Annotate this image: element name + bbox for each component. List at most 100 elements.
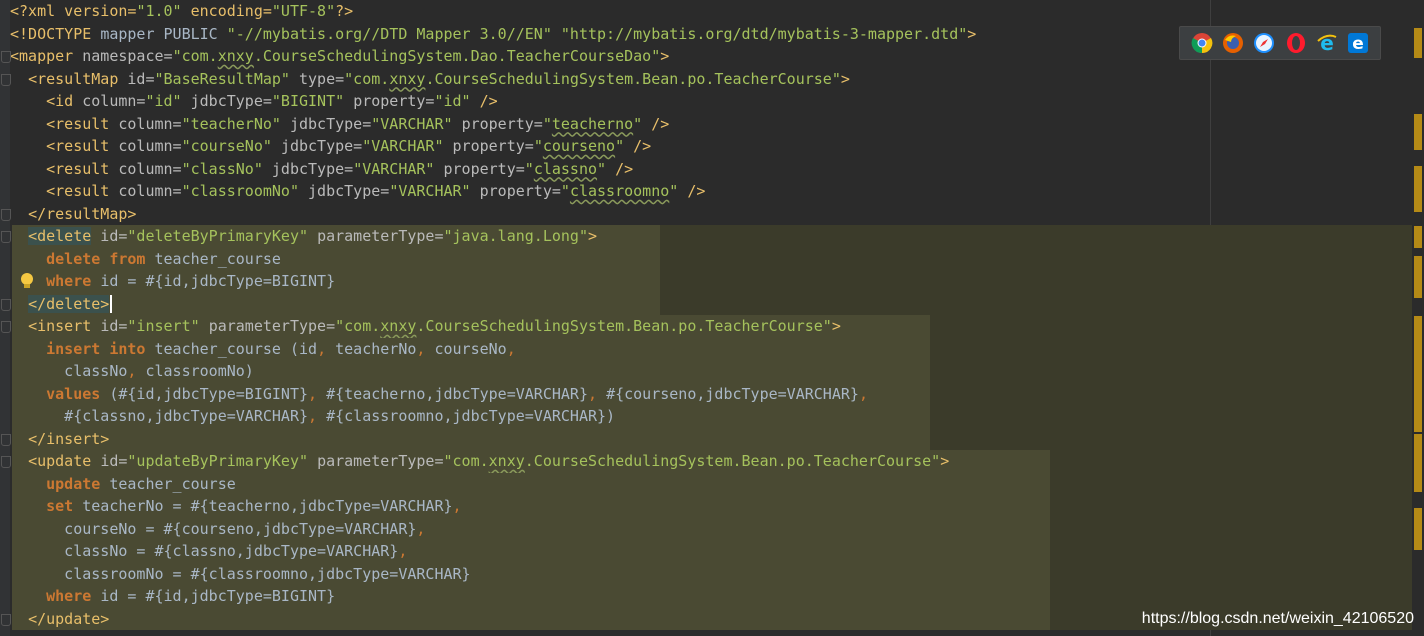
firefox-icon[interactable]: [1222, 32, 1244, 54]
edge-icon[interactable]: e: [1347, 32, 1369, 54]
code-line[interactable]: insert into teacher_course (id, teacherN…: [0, 337, 1412, 360]
code-token: "BIGINT": [271, 92, 354, 110]
code-token: ,: [506, 339, 516, 358]
scroll-marker[interactable]: [1414, 434, 1422, 492]
fold-marker-icon[interactable]: [1, 321, 11, 333]
code-text: delete from teacher_course: [10, 248, 281, 271]
code-token: teacher_course (id: [154, 339, 318, 358]
code-token: "insert": [127, 317, 209, 335]
code-token: ": [533, 137, 543, 155]
scroll-marker[interactable]: [1414, 114, 1422, 150]
scroll-marker[interactable]: [1414, 28, 1422, 58]
code-line[interactable]: <insert id="insert" parameterType="com.x…: [0, 315, 1412, 338]
code-token: namespace=: [82, 47, 173, 65]
fold-marker-icon[interactable]: [1, 298, 11, 311]
code-text: <result column="classNo" jdbcType="VARCH…: [10, 158, 633, 181]
code-token: "classNo": [181, 159, 272, 178]
code-token: ,: [858, 384, 868, 403]
code-token: "updateByPrimaryKey": [127, 452, 318, 470]
safari-icon[interactable]: [1253, 32, 1275, 54]
code-editor[interactable]: <?xml version="1.0" encoding="UTF-8"?> <!…: [0, 0, 1424, 636]
code-line[interactable]: values (#{id,jdbcType=BIGINT}, #{teacher…: [0, 382, 1412, 405]
code-token: ": [524, 159, 534, 178]
code-token: ,: [416, 339, 435, 358]
code-token: xnxy: [380, 317, 417, 335]
code-line[interactable]: set teacherNo = #{teacherno,jdbcType=VAR…: [0, 495, 1412, 518]
code-token: </update>: [28, 609, 110, 628]
code-line[interactable]: <result column="classroomNo" jdbcType="V…: [0, 180, 1410, 203]
code-line[interactable]: where id = #{id,jdbcType=BIGINT}: [0, 585, 1412, 608]
code-line[interactable]: courseNo = #{courseno,jdbcType=VARCHAR},: [0, 517, 1412, 540]
code-line[interactable]: delete from teacher_course: [0, 247, 1412, 271]
code-token: where: [46, 272, 101, 290]
opera-icon[interactable]: [1285, 32, 1307, 54]
code-token: <id: [46, 92, 83, 110]
code-token: ": [560, 182, 570, 200]
code-token: ,: [416, 519, 426, 538]
code-token: </resultMap>: [28, 204, 137, 223]
code-text: <result column="teacherNo" jdbcType="VAR…: [10, 113, 669, 136]
code-token: />: [615, 159, 634, 178]
fold-marker-icon[interactable]: [1, 613, 11, 626]
code-token: >: [840, 69, 850, 88]
code-token: column=: [118, 159, 182, 178]
code-token: <resultMap: [28, 69, 128, 88]
code-line[interactable]: classNo = #{classno,jdbcType=VARCHAR},: [0, 540, 1412, 563]
code-line[interactable]: <?xml version="1.0" encoding="UTF-8"?>: [0, 0, 1410, 23]
code-token: xnxy: [488, 452, 525, 470]
code-text: set teacherNo = #{teacherno,jdbcType=VAR…: [10, 495, 461, 518]
code-line[interactable]: </delete>: [0, 292, 1412, 315]
code-text: classNo = #{classno,jdbcType=VARCHAR},: [10, 540, 407, 563]
scroll-marker[interactable]: [1414, 508, 1422, 550]
code-token: parameterType=: [208, 317, 336, 335]
fold-marker-icon[interactable]: [1, 73, 11, 86]
scroll-marker[interactable]: [1414, 256, 1422, 298]
code-line[interactable]: where id = #{id,jdbcType=BIGINT}: [0, 270, 1412, 293]
code-line[interactable]: <delete id="deleteByPrimaryKey" paramete…: [0, 225, 1412, 248]
code-line[interactable]: <result column="teacherNo" jdbcType="VAR…: [0, 113, 1410, 136]
code-line[interactable]: <update id="updateByPrimaryKey" paramete…: [0, 450, 1412, 473]
code-token: "com.: [443, 452, 489, 470]
code-token: "courseNo": [181, 137, 281, 155]
code-line[interactable]: classNo, classroomNo): [0, 360, 1412, 383]
code-line[interactable]: </insert>: [0, 427, 1412, 450]
code-token: classroomno: [569, 182, 670, 200]
code-line[interactable]: <resultMap id="BaseResultMap" type="com.…: [0, 68, 1410, 91]
scrollbar-markers[interactable]: [1412, 0, 1424, 636]
code-token: "deleteByPrimaryKey": [127, 227, 318, 245]
scroll-marker[interactable]: [1414, 316, 1422, 432]
code-line[interactable]: <id column="id" jdbcType="BIGINT" proper…: [0, 90, 1410, 113]
fold-marker-icon[interactable]: [1, 231, 11, 243]
chrome-icon[interactable]: [1191, 32, 1213, 54]
code-token: id=: [127, 69, 155, 88]
fold-marker-icon[interactable]: [1, 456, 11, 468]
code-token: <insert: [28, 317, 101, 335]
code-line[interactable]: <result column="classNo" jdbcType="VARCH…: [0, 158, 1410, 181]
code-token: "-//mybatis.org//DTD Mapper 3.0//EN" "ht…: [226, 24, 968, 43]
fold-marker-icon[interactable]: [1, 433, 11, 446]
code-token: encoding=: [181, 2, 272, 20]
code-token: jdbcType=: [190, 92, 272, 110]
lightbulb-icon[interactable]: [19, 272, 35, 290]
fold-marker-icon[interactable]: [1, 208, 11, 221]
code-line[interactable]: </resultMap>: [0, 203, 1410, 226]
code-line[interactable]: #{classno,jdbcType=VARCHAR}, #{classroom…: [0, 405, 1412, 428]
code-token: >: [588, 227, 598, 245]
code-token: ,: [308, 384, 327, 403]
code-line[interactable]: update teacher_course: [0, 472, 1412, 495]
code-text: where id = #{id,jdbcType=BIGINT}: [10, 585, 335, 608]
code-line[interactable]: <result column="courseNo" jdbcType="VARC…: [0, 135, 1410, 158]
code-line[interactable]: classroomNo = #{classroomno,jdbcType=VAR…: [0, 562, 1412, 585]
code-token: <?xml version=: [10, 2, 137, 20]
fold-marker-icon[interactable]: [1, 51, 11, 63]
scroll-marker[interactable]: [1414, 166, 1422, 212]
ie-icon[interactable]: e: [1316, 32, 1338, 54]
code-token: #{teacherno,jdbcType=VARCHAR}: [326, 384, 588, 403]
scroll-marker[interactable]: [1414, 226, 1422, 248]
